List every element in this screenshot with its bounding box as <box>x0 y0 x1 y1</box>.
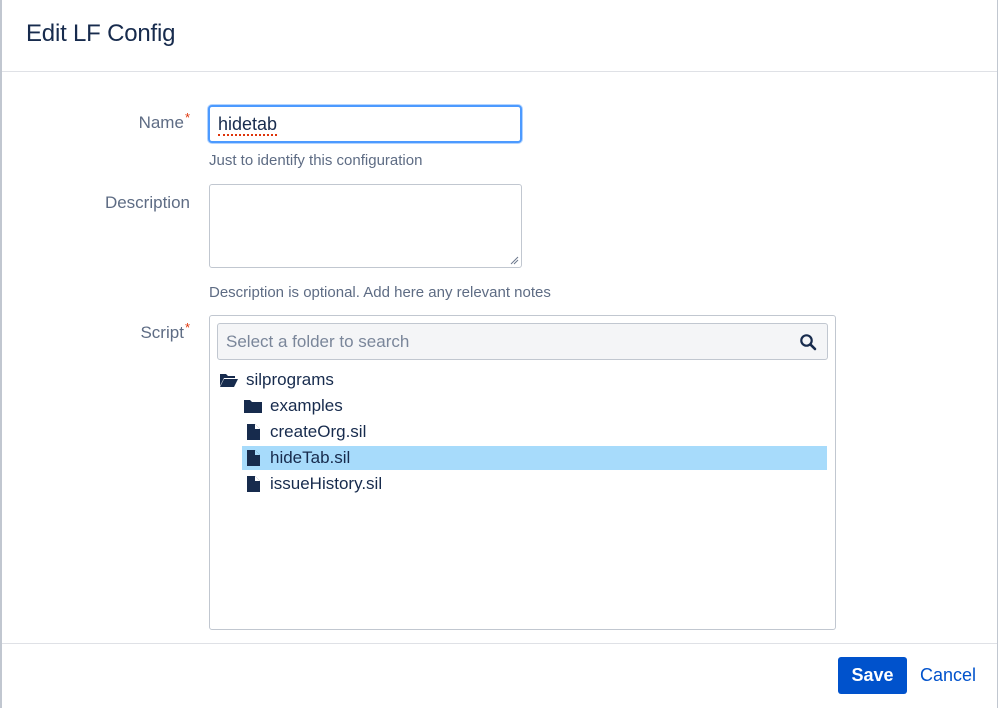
cancel-button[interactable]: Cancel <box>920 657 976 694</box>
tree-item-silprograms[interactable]: silprograms <box>218 368 518 392</box>
tree-item-label: issueHistory.sil <box>270 474 383 493</box>
script-label-text: Script <box>140 323 184 342</box>
tree-item-examples[interactable]: examples <box>242 394 542 418</box>
folder-open-icon <box>218 371 240 389</box>
name-label-text: Name <box>138 113 184 132</box>
name-help-text: Just to identify this configuration <box>209 152 423 169</box>
folder-icon <box>242 397 264 415</box>
file-icon <box>242 449 264 467</box>
description-help-text: Description is optional. Add here any re… <box>209 284 551 301</box>
tree-item-hidetab[interactable]: hideTab.sil <box>242 446 827 470</box>
save-button[interactable]: Save <box>838 657 907 694</box>
description-label-text: Description <box>104 193 190 212</box>
file-icon <box>242 475 264 493</box>
dialog-header: Edit LF Config <box>2 0 997 72</box>
dialog-footer: Save Cancel <box>2 643 997 708</box>
name-input-value: hidetab <box>218 114 278 136</box>
resize-grip-icon[interactable] <box>509 255 519 265</box>
description-textarea[interactable] <box>209 184 522 268</box>
edit-config-dialog: Edit LF Config Name* hidetab Just to ide… <box>0 0 998 708</box>
tree-item-label: createOrg.sil <box>270 422 367 441</box>
folder-search-input[interactable]: Select a folder to search <box>217 323 828 360</box>
name-label: Name* <box>2 110 190 133</box>
search-placeholder: Select a folder to search <box>226 332 410 351</box>
tree-item-label: silprograms <box>246 370 334 389</box>
required-marker: * <box>184 320 190 335</box>
dialog-title: Edit LF Config <box>26 20 176 47</box>
description-label: Description <box>2 193 190 213</box>
required-marker: * <box>184 110 190 125</box>
name-input[interactable]: hidetab <box>208 105 522 143</box>
tree-item-label: hideTab.sil <box>270 448 351 467</box>
search-icon[interactable] <box>799 333 817 351</box>
script-label: Script* <box>2 320 190 343</box>
file-icon <box>242 423 264 441</box>
tree-item-issuehistory[interactable]: issueHistory.sil <box>242 472 542 496</box>
tree-item-createorg[interactable]: createOrg.sil <box>242 420 542 444</box>
script-picker: Select a folder to search silprograms ex… <box>209 315 836 630</box>
tree-item-label: examples <box>270 396 343 415</box>
dialog-content: Name* hidetab Just to identify this conf… <box>2 73 997 643</box>
